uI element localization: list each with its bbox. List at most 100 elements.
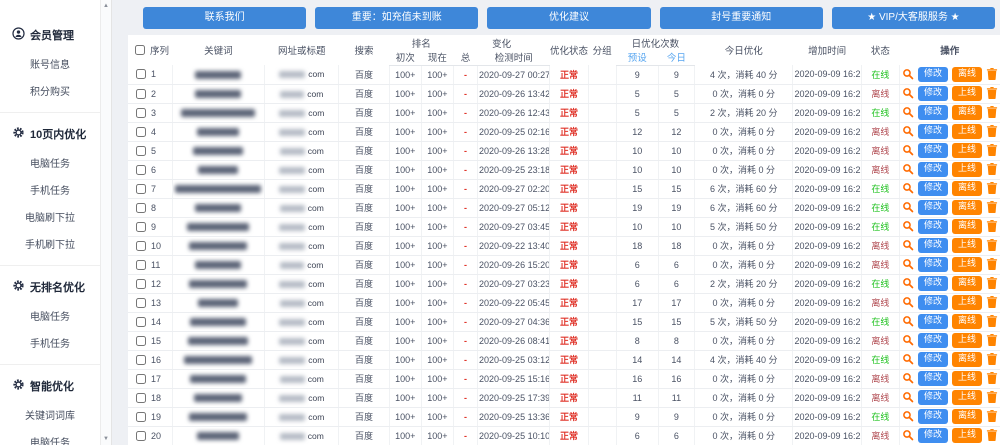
search-icon[interactable] <box>902 410 914 422</box>
toggle-online-button[interactable]: 上线 <box>952 390 982 405</box>
trash-icon[interactable] <box>986 144 998 156</box>
modify-button[interactable]: 修改 <box>918 333 948 348</box>
modify-button[interactable]: 修改 <box>918 86 948 101</box>
row-checkbox[interactable] <box>136 355 146 365</box>
row-checkbox[interactable] <box>136 184 146 194</box>
search-icon[interactable] <box>902 220 914 232</box>
modify-button[interactable]: 修改 <box>918 390 948 405</box>
header-preset[interactable]: 预设 <box>616 50 658 65</box>
modify-button[interactable]: 修改 <box>918 314 948 329</box>
toggle-online-button[interactable]: 上线 <box>952 295 982 310</box>
modify-button[interactable]: 修改 <box>918 409 948 424</box>
header-today[interactable]: 今日 <box>658 50 694 65</box>
toggle-online-button[interactable]: 上线 <box>952 238 982 253</box>
search-icon[interactable] <box>902 87 914 99</box>
toggle-online-button[interactable]: 上线 <box>952 86 982 101</box>
toggle-online-button[interactable]: 上线 <box>952 257 982 272</box>
sidebar-item[interactable]: 积分购买 <box>0 77 100 104</box>
toggle-online-button[interactable]: 上线 <box>952 371 982 386</box>
modify-button[interactable]: 修改 <box>918 257 948 272</box>
toggle-online-button[interactable]: 上线 <box>952 333 982 348</box>
row-checkbox[interactable] <box>136 298 146 308</box>
modify-button[interactable]: 修改 <box>918 352 948 367</box>
topbar-button[interactable]: ★ VIP/大客服服务 ★ <box>832 7 995 29</box>
search-icon[interactable] <box>902 258 914 270</box>
topbar-button[interactable]: 重要：如充值未到账 <box>315 7 478 29</box>
trash-icon[interactable] <box>986 239 998 251</box>
sidebar-section-header[interactable]: 智能优化 <box>0 372 100 401</box>
search-icon[interactable] <box>902 334 914 346</box>
modify-button[interactable]: 修改 <box>918 162 948 177</box>
modify-button[interactable]: 修改 <box>918 143 948 158</box>
row-checkbox[interactable] <box>136 336 146 346</box>
toggle-online-button[interactable]: 上线 <box>952 143 982 158</box>
search-icon[interactable] <box>902 391 914 403</box>
search-icon[interactable] <box>902 353 914 365</box>
row-checkbox[interactable] <box>136 260 146 270</box>
trash-icon[interactable] <box>986 353 998 365</box>
trash-icon[interactable] <box>986 106 998 118</box>
select-all-checkbox[interactable] <box>135 45 145 55</box>
trash-icon[interactable] <box>986 296 998 308</box>
row-checkbox[interactable] <box>136 89 146 99</box>
toggle-online-button[interactable]: 离线 <box>952 200 982 215</box>
modify-button[interactable]: 修改 <box>918 105 948 120</box>
search-icon[interactable] <box>902 429 914 441</box>
modify-button[interactable]: 修改 <box>918 124 948 139</box>
trash-icon[interactable] <box>986 125 998 137</box>
sidebar-item[interactable]: 电脑任务 <box>0 149 100 176</box>
search-icon[interactable] <box>902 125 914 137</box>
row-checkbox[interactable] <box>136 69 146 79</box>
row-checkbox[interactable] <box>136 431 146 441</box>
row-checkbox[interactable] <box>136 241 146 251</box>
trash-icon[interactable] <box>986 163 998 175</box>
row-checkbox[interactable] <box>136 108 146 118</box>
trash-icon[interactable] <box>986 315 998 327</box>
toggle-online-button[interactable]: 离线 <box>952 181 982 196</box>
search-icon[interactable] <box>902 68 914 80</box>
scroll-up-icon[interactable]: ▲ <box>101 3 111 9</box>
search-icon[interactable] <box>902 106 914 118</box>
modify-button[interactable]: 修改 <box>918 371 948 386</box>
row-checkbox[interactable] <box>136 317 146 327</box>
toggle-online-button[interactable]: 离线 <box>952 219 982 234</box>
search-icon[interactable] <box>902 182 914 194</box>
trash-icon[interactable] <box>986 372 998 384</box>
sidebar-item[interactable]: 电脑任务 <box>0 302 100 329</box>
topbar-button[interactable]: 封号重要通知 <box>660 7 823 29</box>
topbar-button[interactable]: 优化建议 <box>487 7 650 29</box>
search-icon[interactable] <box>902 277 914 289</box>
toggle-online-button[interactable]: 上线 <box>952 124 982 139</box>
trash-icon[interactable] <box>986 201 998 213</box>
toggle-online-button[interactable]: 离线 <box>952 409 982 424</box>
row-checkbox[interactable] <box>136 374 146 384</box>
row-checkbox[interactable] <box>136 165 146 175</box>
modify-button[interactable]: 修改 <box>918 238 948 253</box>
modify-button[interactable]: 修改 <box>918 67 948 82</box>
scroll-down-icon[interactable]: ▼ <box>101 436 111 442</box>
topbar-button[interactable]: 联系我们 <box>143 7 306 29</box>
sidebar-item[interactable]: 账号信息 <box>0 50 100 77</box>
search-icon[interactable] <box>902 315 914 327</box>
trash-icon[interactable] <box>986 182 998 194</box>
modify-button[interactable]: 修改 <box>918 219 948 234</box>
search-icon[interactable] <box>902 296 914 308</box>
search-icon[interactable] <box>902 372 914 384</box>
sidebar-item[interactable]: 关键词词库 <box>0 401 100 428</box>
row-checkbox[interactable] <box>136 393 146 403</box>
sidebar-item[interactable]: 手机任务 <box>0 176 100 203</box>
row-checkbox[interactable] <box>136 127 146 137</box>
sidebar-item[interactable]: 电脑任务 <box>0 428 100 445</box>
sidebar-section-header[interactable]: 会员管理 <box>0 21 100 50</box>
trash-icon[interactable] <box>986 68 998 80</box>
trash-icon[interactable] <box>986 258 998 270</box>
sidebar-scrollbar[interactable]: ▲ ▼ <box>100 0 112 445</box>
sidebar-item[interactable]: 手机任务 <box>0 329 100 356</box>
trash-icon[interactable] <box>986 410 998 422</box>
modify-button[interactable]: 修改 <box>918 295 948 310</box>
trash-icon[interactable] <box>986 220 998 232</box>
row-checkbox[interactable] <box>136 412 146 422</box>
trash-icon[interactable] <box>986 334 998 346</box>
search-icon[interactable] <box>902 163 914 175</box>
trash-icon[interactable] <box>986 277 998 289</box>
